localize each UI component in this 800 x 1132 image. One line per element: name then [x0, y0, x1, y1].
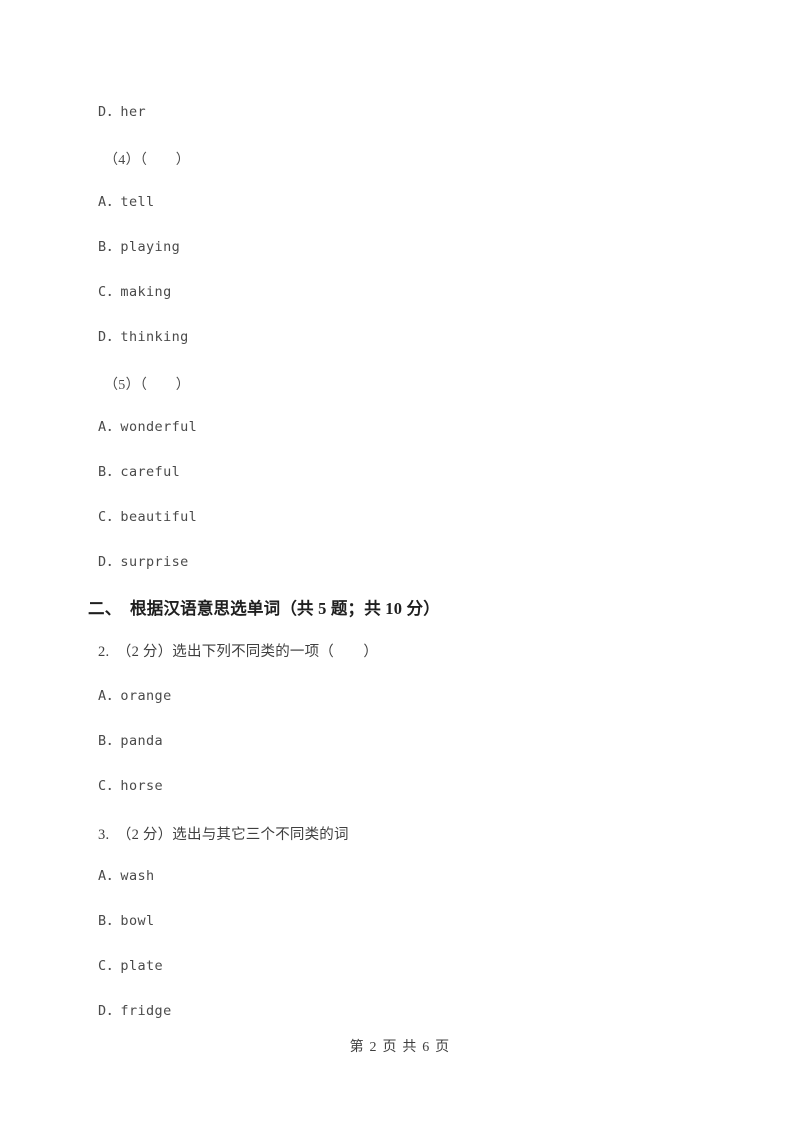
answer-option: C．making	[98, 284, 172, 300]
answer-option: D．fridge	[98, 1003, 172, 1019]
answer-option: D．surprise	[98, 554, 189, 570]
answer-option: C．beautiful	[98, 509, 198, 525]
answer-option: B．panda	[98, 733, 164, 749]
sub-question-marker: （5）（ ）	[104, 378, 191, 393]
answer-option: B．careful	[98, 464, 181, 480]
answer-option: A．wash	[98, 868, 155, 884]
answer-option: D．thinking	[98, 329, 189, 345]
answer-option: A．orange	[98, 688, 172, 704]
answer-option: A．tell	[98, 194, 155, 210]
answer-option: B．bowl	[98, 913, 155, 929]
exam-paper-page: D．her （4）（ ） A．tell B．playing C．making D．thin…	[0, 0, 800, 1132]
sub-question-marker: （4）（ ）	[104, 153, 191, 168]
answer-option: D．her	[98, 104, 147, 120]
answer-option: B．playing	[98, 239, 181, 255]
section-heading: 二、 根据汉语意思选单词（共 5 题；共 10 分）	[88, 599, 440, 618]
answer-option: A．wonderful	[98, 419, 198, 435]
page-footer: 第 2 页 共 6 页	[349, 1040, 451, 1055]
answer-option: C．horse	[98, 778, 164, 794]
question-prompt: 3. （2 分）选出与其它三个不同类的词	[98, 827, 349, 843]
answer-option: C．plate	[98, 958, 164, 974]
question-prompt: 2. （2 分）选出下列不同类的一项（ ）	[98, 644, 379, 660]
